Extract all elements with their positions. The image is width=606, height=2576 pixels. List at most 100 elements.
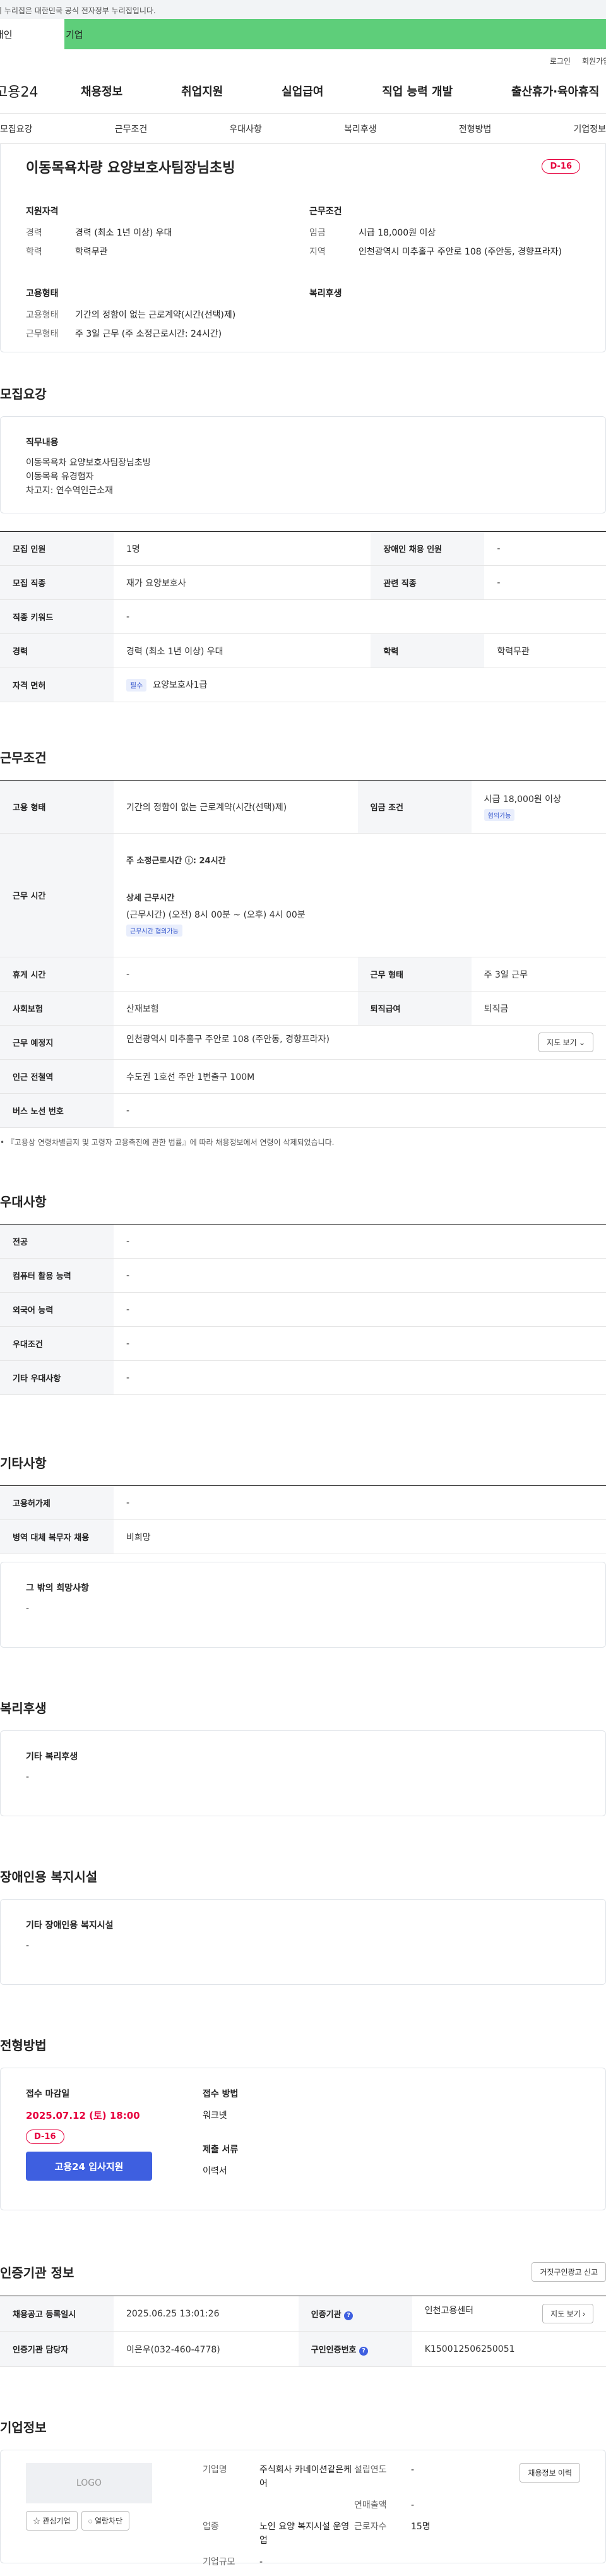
table-value: 비희망 (114, 1519, 606, 1554)
table-value: 재가 요양보호사 (114, 565, 371, 600)
summary-welfare-title: 복리후생 (309, 289, 342, 299)
table-key: 전공 (0, 1224, 114, 1259)
summary-kv-value: 인천광역시 미추홀구 주안로 108 (주안동, 경향프라자) (359, 247, 562, 257)
dday-badge: D-16 (542, 159, 580, 174)
table-key: 고용허가제 (0, 1485, 114, 1520)
table-key: 자격 면허 (0, 668, 114, 702)
job-title: 이동목욕차량 요양보호사팀장님초빙 (26, 160, 235, 176)
info-icon[interactable]: ? (359, 2346, 369, 2356)
table-key: 병역 대체 복무자 채용 (0, 1519, 114, 1554)
map-view-button[interactable]: 지도 보기 ⌄ (538, 1033, 593, 1052)
tab-business[interactable]: 기업 (64, 19, 606, 49)
work-place-cell: 인천광역시 미추홀구 주안로 108 (주안동, 경향프라자) 지도 보기 ⌄ (114, 1025, 606, 1060)
table-key: 관련 직종 (371, 565, 485, 600)
tab-individual[interactable]: 개인 (0, 19, 64, 49)
anchor-pref[interactable]: 우대사항 (229, 123, 262, 135)
summary-kv-key: 근무형태 (26, 329, 59, 339)
table-row: 모집 인원 1명 장애인 채용 인원 - (0, 531, 606, 566)
summary-cond-title: 근무조건 (309, 207, 342, 217)
welfare-sub-title: 기타 복리후생 (26, 1752, 78, 1762)
summary-kv-value: 경력 (최소 1년 이상) 우대 (75, 228, 172, 238)
join-link[interactable]: 회원가입 (582, 56, 606, 68)
table-key: 모집 직종 (0, 565, 114, 600)
anchor-company[interactable]: 기업정보 (573, 123, 606, 135)
company-key: 업종 (203, 2522, 219, 2532)
table-value: - (114, 1258, 606, 1293)
agency-org-key: 인증기관 (311, 2309, 342, 2320)
report-fake-ad-button[interactable]: 거짓구인광고 신고 (532, 2262, 606, 2282)
table-value: - (114, 1360, 606, 1395)
agency-map-button[interactable]: 지도 보기 › (542, 2304, 593, 2323)
summary-kv-key: 임금 (309, 228, 326, 238)
method-value: 워크넷 (203, 2111, 227, 2121)
summary-employment: 고용형태 고용형태 기간의 정함이 없는 근로계약(시간(선택)제) 근무형태 주 … (26, 287, 297, 346)
utility-nav: 로그인 회원가입 (0, 49, 606, 68)
company-value: - (259, 2557, 263, 2567)
job-description-line: 이동목욕 유경험자 (26, 472, 94, 482)
summary-kv-key: 경력 (26, 228, 42, 238)
menu-unemployment-benefit[interactable]: 실업급여 (282, 83, 323, 99)
weekly-hours: 주 소정근로시간 ⓘ: 24시간 (126, 856, 226, 866)
summary-kv-key: 학력 (26, 247, 42, 257)
login-link[interactable]: 로그인 (550, 56, 571, 68)
company-logo: LOGO (26, 2463, 152, 2503)
menu-employment-support[interactable]: 취업지원 (181, 83, 223, 99)
anchor-recruit[interactable]: 모집요강 (0, 123, 33, 135)
pref-table: 전공 - 컴퓨터 활용 능력 - 외국어 능력 - 우대조건 - 기타 우대사항 - (0, 1224, 606, 1395)
agency-section-title: 인증기관 정보 (0, 2265, 74, 2280)
site-logo[interactable]: 고용24 (0, 81, 81, 101)
welfare-value: - (26, 1772, 30, 1782)
summary-welfare: 복리후생 (309, 287, 580, 346)
company-value: - (411, 2500, 415, 2510)
company-key: 근로자수 (354, 2522, 387, 2532)
anchor-work[interactable]: 근무조건 (115, 123, 148, 135)
other-wishes-box: 그 밖의 희망사항 - (0, 1562, 606, 1648)
other-wishes-value: - (26, 1603, 30, 1614)
job-description-line: 차고지: 연수역인근소재 (26, 486, 113, 496)
table-value: - (114, 957, 358, 991)
table-row: 인근 전철역 수도권 1호선 주안 1번출구 100M (0, 1059, 606, 1094)
wage-value: 시급 18,000원 이상 (484, 794, 561, 805)
recruit-section-title: 모집요강 (0, 386, 47, 402)
favorite-company-button[interactable]: ☆ 관심기업 (26, 2511, 78, 2531)
table-key: 퇴직급여 (357, 991, 472, 1026)
table-row: 직종 키워드 - (0, 599, 606, 634)
table-key: 모집 인원 (0, 531, 114, 566)
job-description-title: 직무내용 (26, 438, 59, 448)
work-table: 고용 형태 기간의 정함이 없는 근로계약(시간(선택)제) 임금 조건 시급 1… (0, 780, 606, 1128)
apply-button[interactable]: 고용24 입사지원 (26, 2152, 152, 2181)
menu-parental-leave[interactable]: 출산휴가·육아휴직 (511, 83, 606, 99)
etc-table: 고용허가제 - 병역 대체 복무자 채용 비희망 (0, 1485, 606, 1554)
table-row: 버스 노선 번호 - (0, 1093, 606, 1128)
menu-jobs[interactable]: 채용정보 (81, 83, 122, 99)
process-box: 접수 마감일 2025.07.12 (토) 18:00 D-16 고용24 입사… (0, 2068, 606, 2210)
negotiable-badge: 협의가능 (484, 809, 515, 821)
hiring-history-button[interactable]: 채용정보 이력 (520, 2463, 580, 2483)
method-title: 접수 방법 (203, 2089, 239, 2099)
job-summary-card: 이동목욕차량 요양보호사팀장님초빙 D-16 지원자격 경력 경력 (최소 1년 … (0, 144, 606, 352)
summary-kv-value: 주 3일 근무 (주 소정근로시간: 24시간) (75, 329, 222, 339)
table-row: 자격 면허 필수 요양보호사1급 (0, 668, 606, 702)
table-value: 2025.06.25 13:01:26 (114, 2296, 299, 2332)
table-value: 1명 (114, 531, 371, 566)
docs-value: 이력서 (203, 2166, 227, 2176)
company-key: 기업명 (203, 2465, 227, 2475)
table-value: - (114, 1326, 606, 1361)
global-nav: 고용24 채용정보 취업지원 실업급여 직업 능력 개발 출산휴가·육아휴직 (0, 68, 606, 114)
company-section-title: 기업정보 (0, 2420, 47, 2435)
deadline-value: 2025.07.12 (토) 18:00 (26, 2110, 140, 2121)
detail-hours: (근무시간) (오전) 8시 00분 ~ (오후) 4시 00분 (126, 910, 306, 920)
tab-business-label: 기업 (66, 29, 83, 40)
disabled-value: - (26, 1941, 30, 1951)
work-time-cell: 주 소정근로시간 ⓘ: 24시간 상세 근무시간 (근무시간) (오전) 8시 … (114, 833, 606, 957)
anchor-process[interactable]: 전형방법 (459, 123, 492, 135)
company-value: 노인 요양 복지시설 운영업 (259, 2522, 350, 2546)
table-row: 사회보험 산재보험 퇴직급여 퇴직금 (0, 991, 606, 1026)
table-value: - (114, 599, 606, 634)
menu-vocational-training[interactable]: 직업 능력 개발 (382, 83, 453, 99)
section-anchor-nav: 모집요강 근무조건 우대사항 복리후생 전형방법 기업정보 (0, 114, 606, 144)
info-icon[interactable]: ? (344, 2311, 354, 2320)
block-view-button[interactable]: ◌ 열람차단 (81, 2511, 130, 2531)
anchor-welfare[interactable]: 복리후생 (344, 123, 377, 135)
site-logo-text: 고용24 (0, 84, 39, 100)
